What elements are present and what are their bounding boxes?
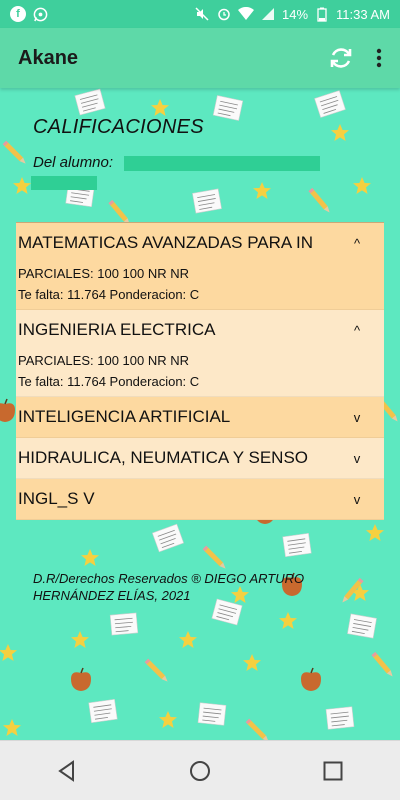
clock: 11:33 AM (336, 6, 390, 22)
student-id-redacted (31, 176, 97, 190)
course-name: HIDRAULICA, NEUMATICA Y SENSO (18, 448, 309, 467)
app-title: Akane (18, 46, 79, 69)
course-name: INGL_S V (18, 489, 95, 508)
course-item[interactable]: INGL_S V v (16, 479, 384, 520)
recents-icon[interactable] (303, 751, 363, 791)
course-item[interactable]: INGENIERIA ELECTRICA ^ PARCIALES: 100 10… (16, 310, 384, 397)
battery-percent: 14% (282, 6, 309, 22)
facebook-icon: f (10, 6, 26, 22)
status-bar: f 14% 11:33 AM (0, 0, 400, 28)
wifi-icon (238, 6, 254, 22)
course-name: MATEMATICAS AVANZADAS PARA IN (18, 233, 314, 252)
chevron-down-icon[interactable]: v (350, 492, 364, 507)
chevron-up-icon[interactable]: ^ (350, 323, 364, 338)
student-name-redacted (124, 156, 320, 171)
course-falta: Te falta: 11.764 Ponderacion: C (18, 374, 200, 389)
battery-icon (314, 6, 330, 22)
alarm-icon (216, 6, 232, 22)
course-parciales: PARCIALES: 100 100 NR NR (18, 353, 189, 368)
course-name: INGENIERIA ELECTRICA (18, 320, 216, 339)
course-item[interactable]: MATEMATICAS AVANZADAS PARA IN ^ PARCIALE… (16, 223, 384, 310)
chevron-down-icon[interactable]: v (350, 410, 364, 425)
chevron-up-icon[interactable]: ^ (350, 236, 364, 251)
page-title: CALIFICACIONES (33, 116, 204, 138)
refresh-icon[interactable] (328, 45, 354, 71)
mute-icon (194, 6, 210, 22)
course-item[interactable]: HIDRAULICA, NEUMATICA Y SENSO v (16, 438, 384, 479)
more-vert-icon[interactable] (376, 48, 382, 68)
course-item[interactable]: INTELIGENCIA ARTIFICIAL v (16, 397, 384, 438)
copyright-text: D.R/Derechos Reservados ® DIEGO ARTURO H… (33, 571, 305, 603)
course-list: MATEMATICAS AVANZADAS PARA IN ^ PARCIALE… (16, 222, 384, 520)
back-icon[interactable] (37, 751, 97, 791)
home-icon[interactable] (170, 751, 230, 791)
student-label: Del alumno: (33, 154, 114, 171)
course-parciales: PARCIALES: 100 100 NR NR (18, 266, 189, 281)
course-falta: Te falta: 11.764 Ponderacion: C (18, 287, 200, 302)
navigation-bar (0, 740, 400, 800)
signal-icon (260, 6, 276, 22)
course-name: INTELIGENCIA ARTIFICIAL (18, 407, 231, 426)
chevron-down-icon[interactable]: v (350, 451, 364, 466)
main-content: CALIFICACIONES Del alumno: MATEMATICAS A… (0, 88, 400, 740)
whatsapp-icon (32, 6, 48, 22)
app-bar: Akane (0, 28, 400, 88)
